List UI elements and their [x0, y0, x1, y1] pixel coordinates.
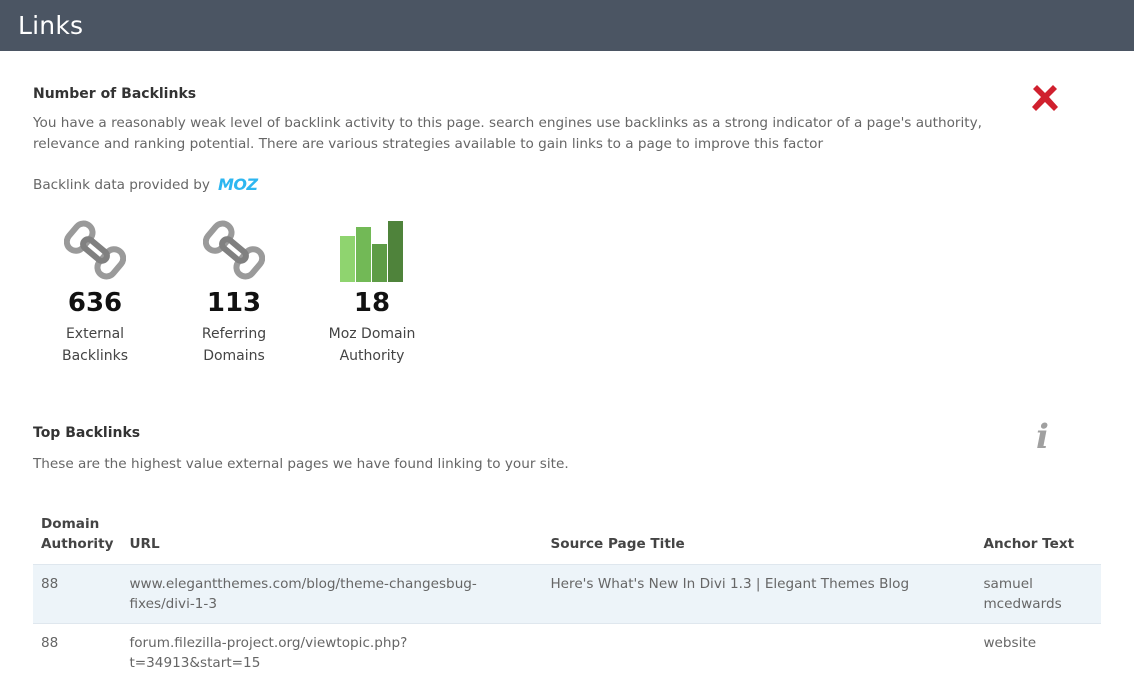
cell-source-title — [542, 624, 975, 682]
metric-referring-domains: 113 Referring Domains — [174, 216, 294, 367]
column-header-domain-authority[interactable]: Domain Authority — [33, 510, 121, 565]
column-header-anchor-text[interactable]: Anchor Text — [975, 510, 1101, 565]
top-backlinks-description: These are the highest value external pag… — [33, 454, 1023, 475]
page-title: Links — [18, 11, 83, 40]
cell-url[interactable]: forum.filezilla-project.org/viewtopic.ph… — [121, 624, 542, 682]
moz-domain-authority-label: Moz Domain Authority — [322, 323, 422, 367]
info-icon[interactable]: i — [1036, 417, 1049, 457]
page-header: Links — [0, 0, 1134, 51]
cell-source-title: Here's What's New In Divi 1.3 | Elegant … — [542, 565, 975, 624]
cell-anchor-text: samuel mcedwards — [975, 565, 1101, 624]
metric-moz-domain-authority: 18 Moz Domain Authority — [312, 216, 432, 367]
top-backlinks-title: Top Backlinks — [33, 425, 140, 441]
bar-chart-icon — [312, 216, 432, 282]
data-provider: Backlink data provided by MOZ — [33, 175, 258, 194]
chain-link-icon — [35, 216, 155, 282]
table-row: 88 www.elegantthemes.com/blog/theme-chan… — [33, 565, 1101, 624]
backlinks-section-title: Number of Backlinks — [33, 86, 196, 102]
referring-domains-label: Referring Domains — [184, 323, 284, 367]
cell-domain-authority: 88 — [33, 624, 121, 682]
red-cross-icon — [1028, 81, 1062, 119]
cell-url[interactable]: www.elegantthemes.com/blog/theme-changes… — [121, 565, 542, 624]
external-backlinks-label: External Backlinks — [45, 323, 145, 367]
table-header-row: Domain Authority URL Source Page Title A… — [33, 510, 1101, 565]
backlinks-description: You have a reasonably weak level of back… — [33, 113, 1023, 155]
provider-text: Backlink data provided by — [33, 177, 210, 193]
external-backlinks-value: 636 — [35, 288, 155, 322]
moz-logo: MOZ — [218, 175, 258, 194]
cell-domain-authority: 88 — [33, 565, 121, 624]
column-header-source-page-title[interactable]: Source Page Title — [542, 510, 975, 565]
metric-external-backlinks: 636 External Backlinks — [35, 216, 155, 367]
column-header-url[interactable]: URL — [121, 510, 542, 565]
chain-link-icon — [174, 216, 294, 282]
table-row: 88 forum.filezilla-project.org/viewtopic… — [33, 624, 1101, 682]
referring-domains-value: 113 — [174, 288, 294, 322]
cell-anchor-text: website — [975, 624, 1101, 682]
top-backlinks-table: Domain Authority URL Source Page Title A… — [33, 510, 1101, 682]
moz-domain-authority-value: 18 — [312, 288, 432, 322]
